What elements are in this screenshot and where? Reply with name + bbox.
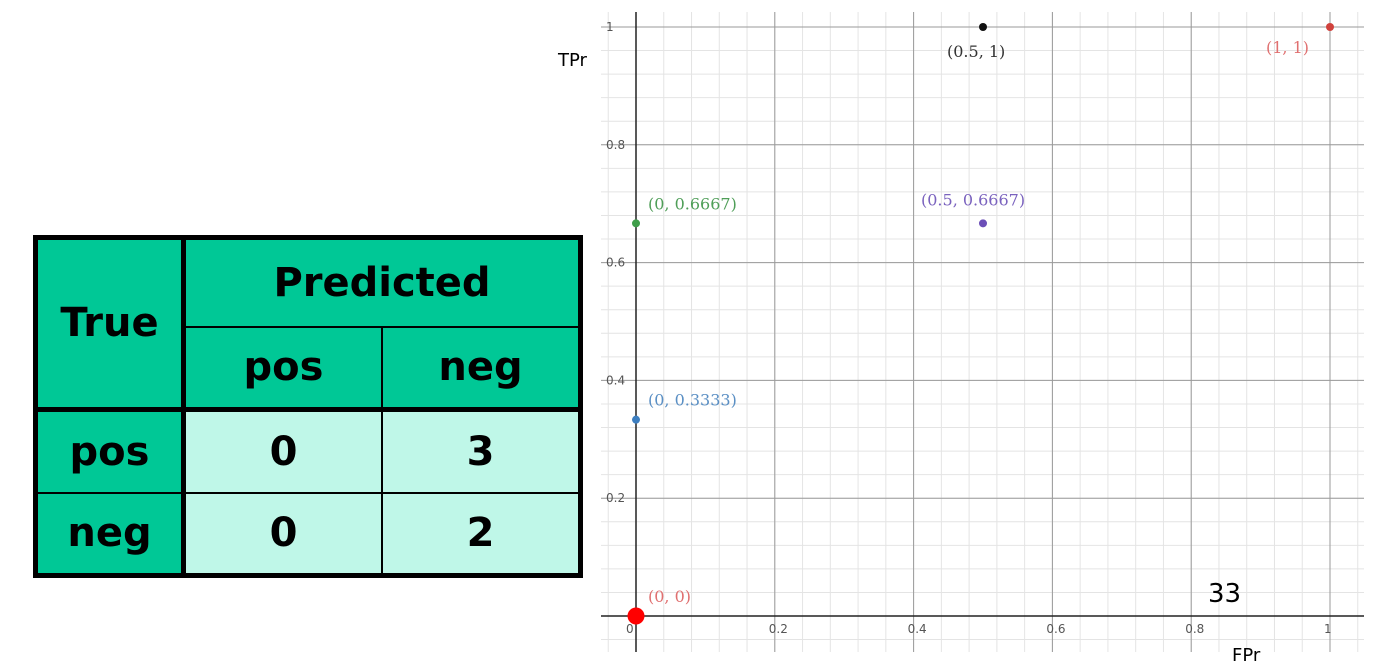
x-tick-label: 0.2 — [769, 622, 788, 636]
y-tick-label: 0.2 — [606, 491, 625, 505]
y-axis-title: TPr — [557, 50, 588, 71]
chart-axes — [601, 12, 1364, 652]
data-point — [1326, 23, 1334, 31]
roc-scatter-chart: 0 0.2 0.4 0.6 0.8 1 0.2 0.4 0.6 0.8 1 (0, 0) (0, 0.… — [557, 12, 1364, 666]
data-point — [632, 415, 640, 424]
chart-grid — [601, 12, 1364, 652]
y-tick-label: 0.6 — [606, 256, 625, 270]
x-tick-label: 1 — [1324, 622, 1332, 636]
x-tick-label: 0.8 — [1185, 622, 1204, 636]
data-point — [979, 23, 987, 31]
data-point-label: (0.5, 0.6667) — [921, 190, 1025, 209]
data-point-label: (0, 0) — [648, 587, 691, 606]
data-point-label: (0.5, 1) — [947, 42, 1005, 61]
data-point — [627, 607, 645, 625]
x-axis-title: FPr — [1232, 645, 1261, 666]
x-tick-label: 0.6 — [1046, 622, 1065, 636]
x-tick-label: 0.4 — [908, 622, 927, 636]
data-point-label: (1, 1) — [1266, 38, 1309, 57]
data-point — [979, 219, 987, 228]
data-point-label: (0, 0.3333) — [648, 391, 737, 410]
y-tick-label: 0.8 — [606, 138, 625, 152]
page-number: 33 — [1208, 579, 1241, 609]
chart-points: (0, 0) (0, 0.3333) (0, 0.6667) (0.5, 0.6667… — [627, 23, 1334, 625]
x-tick-label: 0 — [626, 622, 634, 636]
data-point-label: (0, 0.6667) — [648, 194, 737, 213]
y-tick-label: 0.4 — [606, 373, 625, 387]
y-tick-label: 1 — [606, 20, 614, 34]
data-point — [632, 219, 640, 228]
